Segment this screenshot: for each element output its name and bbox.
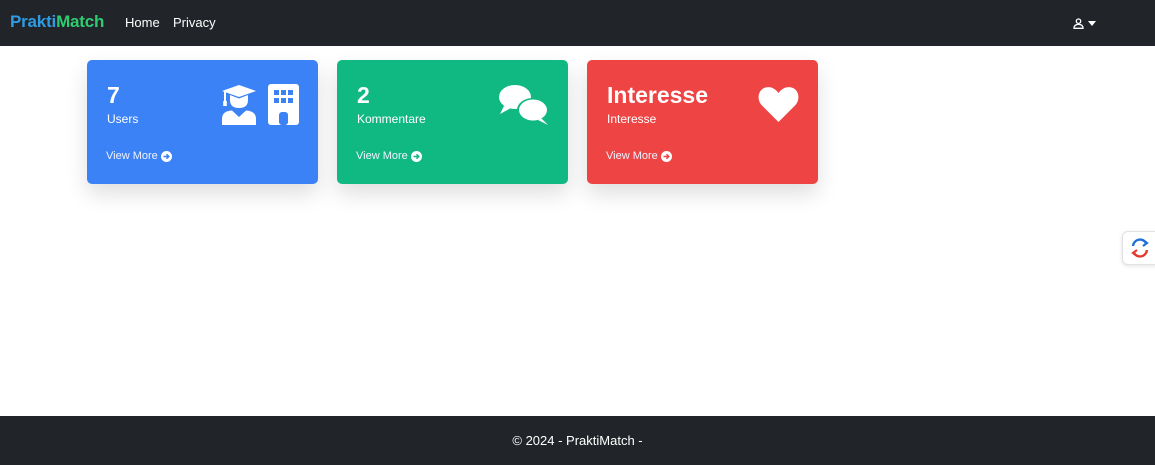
heart-icon <box>758 87 799 122</box>
brand-name-part1: Prakti <box>10 12 57 31</box>
chevron-down-icon <box>1088 20 1096 26</box>
arrow-right-circle-icon <box>660 150 672 162</box>
view-more-link[interactable]: View More <box>356 150 422 162</box>
view-more-label: View More <box>606 150 658 162</box>
page-footer: © 2024 - PraktiMatch - <box>0 416 1155 465</box>
view-more-label: View More <box>356 150 408 162</box>
user-menu-dropdown[interactable] <box>1073 16 1103 30</box>
card-label: Users <box>107 112 139 126</box>
view-more-link[interactable]: View More <box>606 150 672 162</box>
building-icon <box>268 84 299 125</box>
comments-icon <box>499 85 549 125</box>
sync-icon <box>1131 238 1149 258</box>
view-more-link[interactable]: View More <box>106 150 172 162</box>
arrow-right-circle-icon <box>160 150 172 162</box>
top-navbar: PraktiMatch Home Privacy <box>0 0 1155 46</box>
card-value: Interesse <box>607 82 709 108</box>
view-more-label: View More <box>106 150 158 162</box>
users-stat-card: 7 Users View More <box>87 60 318 184</box>
brand-name-part2: Match <box>56 12 105 31</box>
comments-stat-card: 2 Kommentare View More <box>337 60 568 184</box>
nav-link-home[interactable]: Home <box>125 15 160 30</box>
card-value: 2 <box>357 82 370 108</box>
footer-copyright: © 2024 - PraktiMatch - <box>512 433 643 448</box>
card-label: Interesse <box>607 112 657 126</box>
floating-sync-widget[interactable] <box>1122 231 1155 265</box>
brand-logo[interactable]: PraktiMatch <box>10 12 104 32</box>
arrow-right-circle-icon <box>410 150 422 162</box>
nav-link-privacy[interactable]: Privacy <box>173 15 216 30</box>
card-value: 7 <box>107 82 120 108</box>
user-icon <box>1073 17 1084 29</box>
interest-stat-card: Interesse Interesse View More <box>587 60 818 184</box>
card-label: Kommentare <box>357 112 426 126</box>
user-graduate-icon <box>222 85 256 125</box>
